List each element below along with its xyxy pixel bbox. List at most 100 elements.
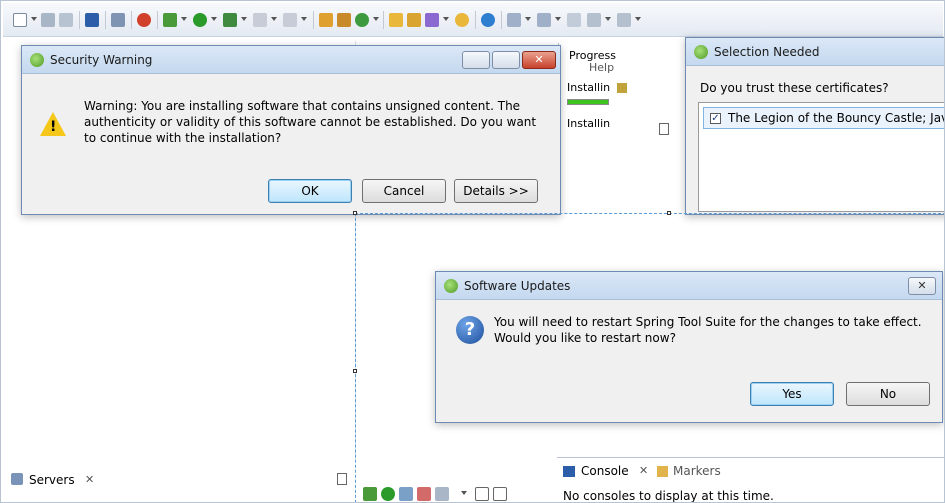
chevron-down-icon[interactable]	[211, 17, 217, 21]
run-icon[interactable]	[381, 487, 395, 501]
ok-button[interactable]: OK	[268, 179, 352, 203]
resize-handle[interactable]	[353, 369, 357, 373]
back-arrow-icon[interactable]	[587, 13, 601, 27]
dialog-title: Selection Needed	[714, 45, 820, 59]
resize-handle[interactable]	[353, 211, 357, 215]
menu-help-fragment[interactable]: Help	[589, 61, 614, 74]
prev-annotation-icon[interactable]	[537, 13, 551, 27]
view-toolbar-icons	[363, 487, 543, 502]
dialog-title-bar: Security Warning ✕	[22, 46, 560, 74]
spring-leaf-icon	[444, 279, 458, 293]
chevron-down-icon[interactable]	[31, 17, 37, 21]
minimize-view-icon[interactable]	[337, 473, 347, 485]
chevron-down-icon[interactable]	[443, 17, 449, 21]
run-icon[interactable]	[193, 13, 207, 27]
warning-message: Warning: You are installing software tha…	[84, 99, 537, 145]
chevron-down-icon[interactable]	[241, 17, 247, 21]
package-icon[interactable]	[337, 13, 351, 27]
open-type-icon[interactable]	[407, 13, 421, 27]
collapse-icon[interactable]	[659, 123, 669, 135]
chevron-down-icon[interactable]	[271, 17, 277, 21]
dialog-title-bar: Software Updates ✕	[436, 272, 942, 300]
profile-icon[interactable]	[399, 487, 413, 501]
chevron-down-icon[interactable]	[525, 17, 531, 21]
forward-arrow-icon[interactable]	[617, 13, 631, 27]
main-toolbar	[3, 3, 943, 37]
dialog-title: Software Updates	[464, 279, 571, 293]
toolbar-divider	[157, 11, 158, 29]
chevron-down-icon[interactable]	[461, 491, 467, 495]
open-folder-icon[interactable]	[389, 13, 403, 27]
toolbar-divider	[131, 11, 132, 29]
chevron-down-icon[interactable]	[373, 17, 379, 21]
save-icon[interactable]	[41, 13, 55, 27]
monitor-icon[interactable]	[85, 13, 99, 27]
dialog-title-bar: Selection Needed	[686, 38, 944, 66]
last-edit-icon[interactable]	[567, 13, 581, 27]
chevron-down-icon[interactable]	[555, 17, 561, 21]
tab-console[interactable]: Console	[581, 464, 629, 478]
toolbar-divider	[383, 11, 384, 29]
stop-icon[interactable]	[253, 13, 267, 27]
pencil-icon[interactable]	[425, 13, 439, 27]
bug-icon[interactable]	[137, 13, 151, 27]
eclipse-workbench: Progress Help Installin Installin Select…	[0, 0, 945, 503]
console-view: Console ✕ Markers No consoles to display…	[557, 457, 944, 503]
servers-view: Servers ✕	[9, 463, 355, 502]
spring-leaf-icon	[694, 45, 708, 59]
chevron-down-icon[interactable]	[605, 17, 611, 21]
maximize-button[interactable]	[492, 51, 520, 69]
close-button[interactable]: ✕	[522, 51, 556, 69]
class-icon[interactable]	[355, 13, 369, 27]
toolbar-arrow-icon[interactable]	[617, 83, 627, 93]
no-button[interactable]: No	[846, 382, 930, 406]
progress-item-label: Installin	[567, 117, 611, 130]
certificate-label: The Legion of the Bouncy Castle; Java So…	[728, 111, 944, 125]
chevron-down-icon[interactable]	[635, 17, 641, 21]
security-warning-dialog: Security Warning ✕ ! Warning: You are in…	[21, 45, 561, 215]
next-annotation-icon[interactable]	[507, 13, 521, 27]
publish-icon[interactable]	[435, 487, 449, 501]
cancel-button[interactable]: Cancel	[362, 179, 446, 203]
certificate-checkbox[interactable]: ✓	[710, 113, 721, 124]
close-icon[interactable]: ✕	[85, 473, 94, 486]
stop-icon[interactable]	[417, 487, 431, 501]
console-empty-message: No consoles to display at this time.	[563, 489, 774, 503]
maximize-view-icon[interactable]	[493, 487, 507, 501]
chevron-down-icon[interactable]	[301, 17, 307, 21]
console-icon	[563, 466, 575, 477]
dialog-title: Security Warning	[50, 53, 153, 67]
yes-button[interactable]: Yes	[750, 382, 834, 406]
debug-icon[interactable]	[363, 487, 377, 501]
new-project-icon[interactable]	[319, 13, 333, 27]
minimize-view-icon[interactable]	[475, 487, 489, 501]
debug-icon[interactable]	[163, 13, 177, 27]
progress-item-label: Installin	[567, 81, 611, 94]
globe-icon[interactable]	[481, 13, 495, 27]
spring-leaf-icon	[30, 53, 44, 67]
chevron-down-icon[interactable]	[181, 17, 187, 21]
details-button[interactable]: Details >>	[454, 179, 538, 203]
close-button[interactable]: ✕	[908, 277, 936, 295]
certificate-row[interactable]: ✓ The Legion of the Bouncy Castle; Java …	[703, 107, 944, 129]
toolbar-divider	[79, 11, 80, 29]
save-all-icon[interactable]	[59, 13, 73, 27]
restart-message: You will need to restart Spring Tool Sui…	[494, 315, 922, 345]
certificate-list: ✓ The Legion of the Bouncy Castle; Java …	[698, 102, 944, 212]
minimize-button[interactable]	[462, 51, 490, 69]
selection-needed-dialog: Selection Needed Do you trust these cert…	[685, 37, 944, 215]
tab-markers[interactable]: Markers	[673, 464, 721, 478]
resize-handle[interactable]	[667, 211, 671, 215]
markers-icon	[657, 466, 668, 477]
pen-icon[interactable]	[111, 13, 125, 27]
progress-bar	[567, 99, 609, 105]
toolbar-divider	[105, 11, 106, 29]
disconnect-icon[interactable]	[283, 13, 297, 27]
trust-prompt: Do you trust these certificates?	[700, 81, 889, 95]
search-icon[interactable]	[455, 13, 469, 27]
close-icon[interactable]: ✕	[639, 464, 648, 477]
new-icon[interactable]	[13, 13, 27, 27]
external-tools-icon[interactable]	[223, 13, 237, 27]
tab-servers[interactable]: Servers	[29, 473, 75, 487]
toolbar-divider	[501, 11, 502, 29]
